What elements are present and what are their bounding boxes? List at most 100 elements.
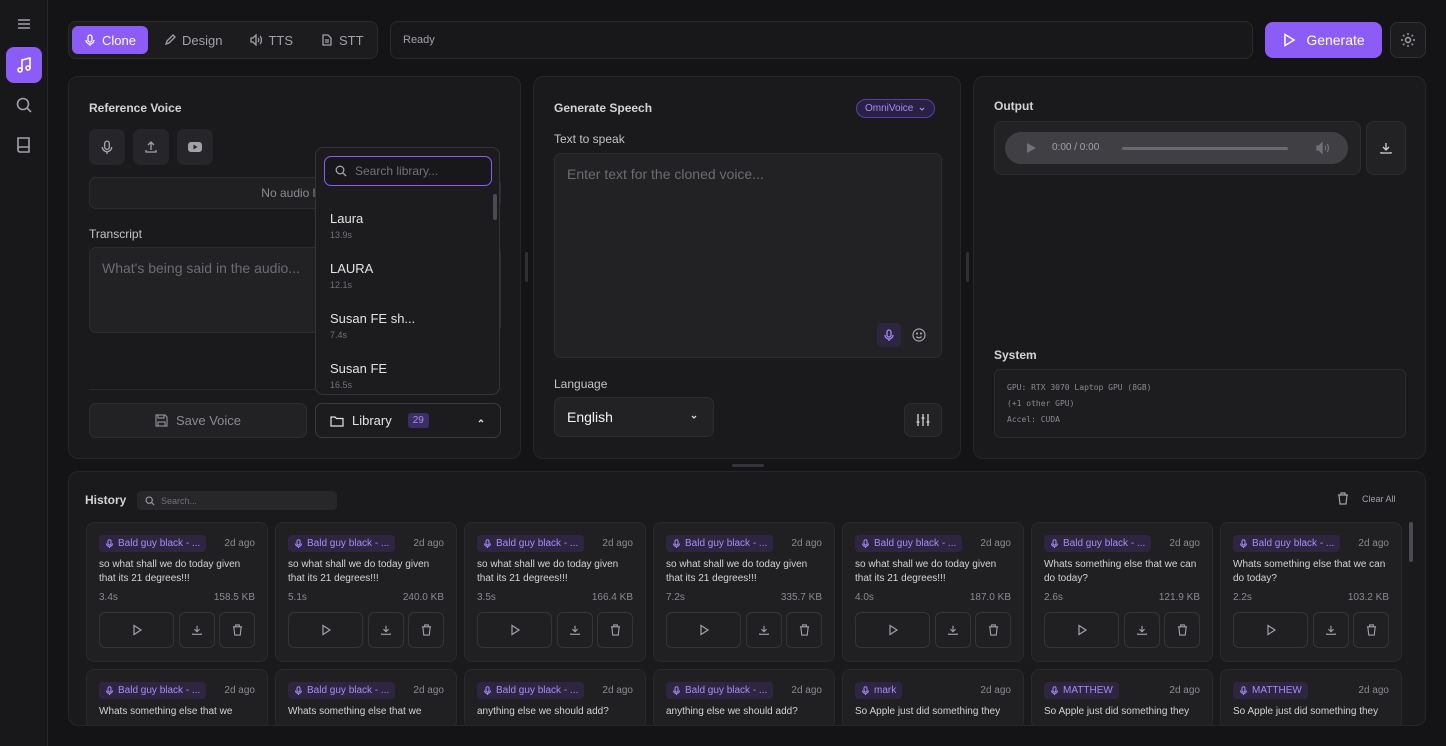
library-item[interactable]: LAURA 12.1s [330, 261, 373, 290]
download-button[interactable] [1313, 612, 1349, 648]
audio-player[interactable]: 0:00 / 0:00 [1005, 132, 1348, 164]
voice-tag[interactable]: Bald guy black - ... [666, 535, 774, 552]
download-button[interactable] [557, 612, 593, 648]
delete-button[interactable] [1353, 612, 1389, 648]
play-button[interactable] [477, 612, 552, 648]
voice-tag[interactable]: Bald guy black - ... [99, 682, 207, 699]
record-button[interactable] [89, 129, 125, 165]
smile-icon [912, 328, 926, 342]
delete-button[interactable] [597, 612, 633, 648]
tab-design[interactable]: Design [152, 26, 234, 54]
download-output-button[interactable] [1366, 121, 1406, 175]
voice-tag[interactable]: Bald guy black - ... [477, 535, 585, 552]
voice-tag-label: MATTHEW [1252, 685, 1302, 696]
speaker-icon [250, 34, 263, 46]
save-voice-button[interactable]: Save Voice [89, 403, 307, 438]
play-icon [1027, 143, 1036, 153]
mode-tabs: Clone Design TTS STT [68, 21, 378, 59]
voice-tag[interactable]: Bald guy black - ... [666, 682, 774, 699]
clear-all-button[interactable]: Clear All [1362, 494, 1396, 504]
history-title: History [85, 493, 127, 507]
history-text: So Apple just did something they [855, 706, 1001, 717]
time-ago: 2d ago [1169, 685, 1200, 696]
library-item[interactable]: Susan FE sh... 7.4s [330, 311, 415, 340]
voice-tag[interactable]: Bald guy black - ... [855, 535, 963, 552]
play-button[interactable] [99, 612, 174, 648]
download-button[interactable] [368, 612, 404, 648]
history-card: Bald guy black - ... 2d ago Whats somethin… [86, 669, 268, 725]
history-search-placeholder: Search... [161, 495, 198, 506]
mic-icon [1050, 539, 1059, 548]
tab-stt[interactable]: STT [309, 26, 376, 54]
delete-button[interactable] [1164, 612, 1200, 648]
play-button[interactable] [855, 612, 930, 648]
trash-icon[interactable] [1337, 492, 1349, 505]
voice-tag[interactable]: mark [855, 682, 903, 699]
library-button[interactable]: Library 29 [315, 403, 501, 438]
delete-button[interactable] [408, 612, 444, 648]
voice-tag[interactable]: Bald guy black - ... [288, 682, 396, 699]
download-button[interactable] [935, 612, 971, 648]
library-item[interactable]: Susan FE 16.5s [330, 361, 387, 390]
history-duration: 3.5s [477, 592, 496, 603]
download-icon [1380, 143, 1392, 154]
upload-button[interactable] [133, 129, 169, 165]
language-select[interactable]: English [554, 397, 714, 437]
history-file-size: 121.9 KB [1158, 592, 1200, 603]
voice-tag[interactable]: Bald guy black - ... [288, 535, 396, 552]
generate-button[interactable]: Generate [1265, 22, 1382, 58]
settings-button[interactable] [1390, 22, 1426, 58]
chevron-down-icon [919, 107, 925, 111]
advanced-settings-button[interactable] [904, 403, 942, 437]
history-search-input[interactable]: Search... [137, 491, 337, 510]
delete-button[interactable] [219, 612, 255, 648]
voice-tag[interactable]: MATTHEW [1233, 682, 1308, 699]
resize-handle[interactable] [525, 252, 528, 282]
download-button[interactable] [746, 612, 782, 648]
music-icon[interactable] [6, 47, 42, 83]
delete-button[interactable] [975, 612, 1011, 648]
mic-icon [294, 539, 303, 548]
tab-clone[interactable]: Clone [72, 26, 148, 54]
tab-tts[interactable]: TTS [238, 26, 305, 54]
voice-tag[interactable]: MATTHEW [1044, 682, 1119, 699]
voice-tag[interactable]: Bald guy black - ... [1044, 535, 1152, 552]
history-card: Bald guy black - ... 2d ago so what shall … [653, 522, 835, 662]
library-item[interactable]: Laura 13.9s [330, 211, 363, 240]
resize-handle[interactable] [966, 252, 969, 282]
mic-icon [483, 539, 492, 548]
history-text: Whats something else that we can do toda… [1233, 559, 1386, 584]
history-text: Whats something else that we can do toda… [1044, 559, 1197, 584]
play-button[interactable] [1233, 612, 1308, 648]
download-button[interactable] [1124, 612, 1160, 648]
voice-tag-label: Bald guy black - ... [496, 685, 579, 696]
delete-button[interactable] [786, 612, 822, 648]
library-search-input[interactable]: Search library... [324, 156, 492, 186]
voice-tag-label: mark [874, 685, 897, 696]
book-icon[interactable] [6, 127, 42, 163]
vertical-resize-handle[interactable] [732, 464, 764, 467]
dictate-button[interactable] [877, 323, 901, 347]
download-icon [759, 625, 769, 635]
model-select[interactable]: OmniVoice [856, 99, 936, 118]
history-file-size: 158.5 KB [213, 592, 255, 603]
youtube-button[interactable] [177, 129, 213, 165]
audio-seek-bar[interactable] [1122, 147, 1288, 150]
history-scrollbar[interactable] [1409, 522, 1413, 562]
play-button[interactable] [666, 612, 741, 648]
emoji-button[interactable] [907, 323, 931, 347]
voice-tag[interactable]: Bald guy black - ... [1233, 535, 1341, 552]
text-to-speak-input[interactable]: Enter text for the cloned voice... [554, 153, 942, 358]
menu-icon[interactable] [6, 6, 42, 42]
mic-icon [861, 686, 870, 695]
mic-icon [85, 34, 95, 46]
search-icon[interactable] [6, 87, 42, 123]
download-button[interactable] [179, 612, 215, 648]
voice-tag[interactable]: Bald guy black - ... [99, 535, 207, 552]
trash-icon [421, 624, 431, 636]
play-button[interactable] [1044, 612, 1119, 648]
scrollbar[interactable] [493, 194, 497, 220]
time-ago: 2d ago [413, 685, 444, 696]
play-button[interactable] [288, 612, 363, 648]
voice-tag[interactable]: Bald guy black - ... [477, 682, 585, 699]
